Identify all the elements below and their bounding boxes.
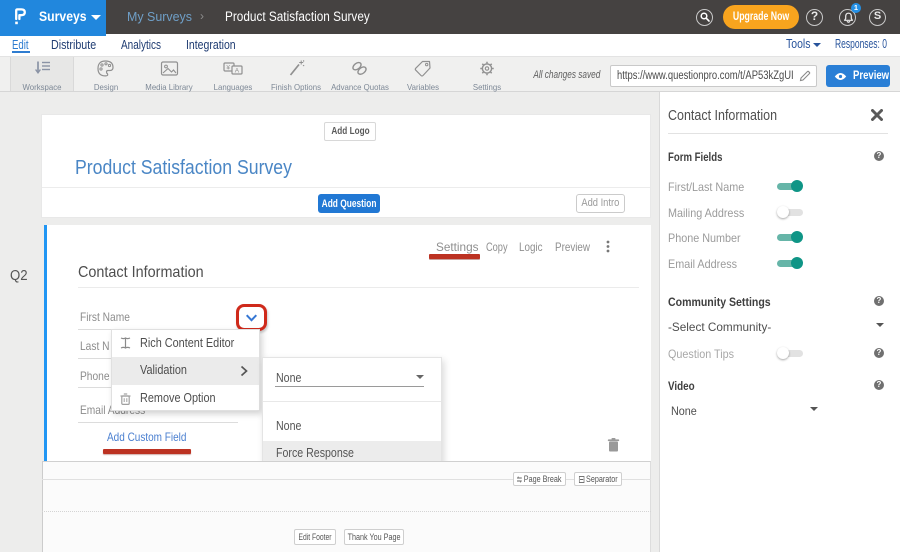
svg-text:¥: ¥ xyxy=(226,65,230,72)
svg-text:A: A xyxy=(234,68,239,75)
